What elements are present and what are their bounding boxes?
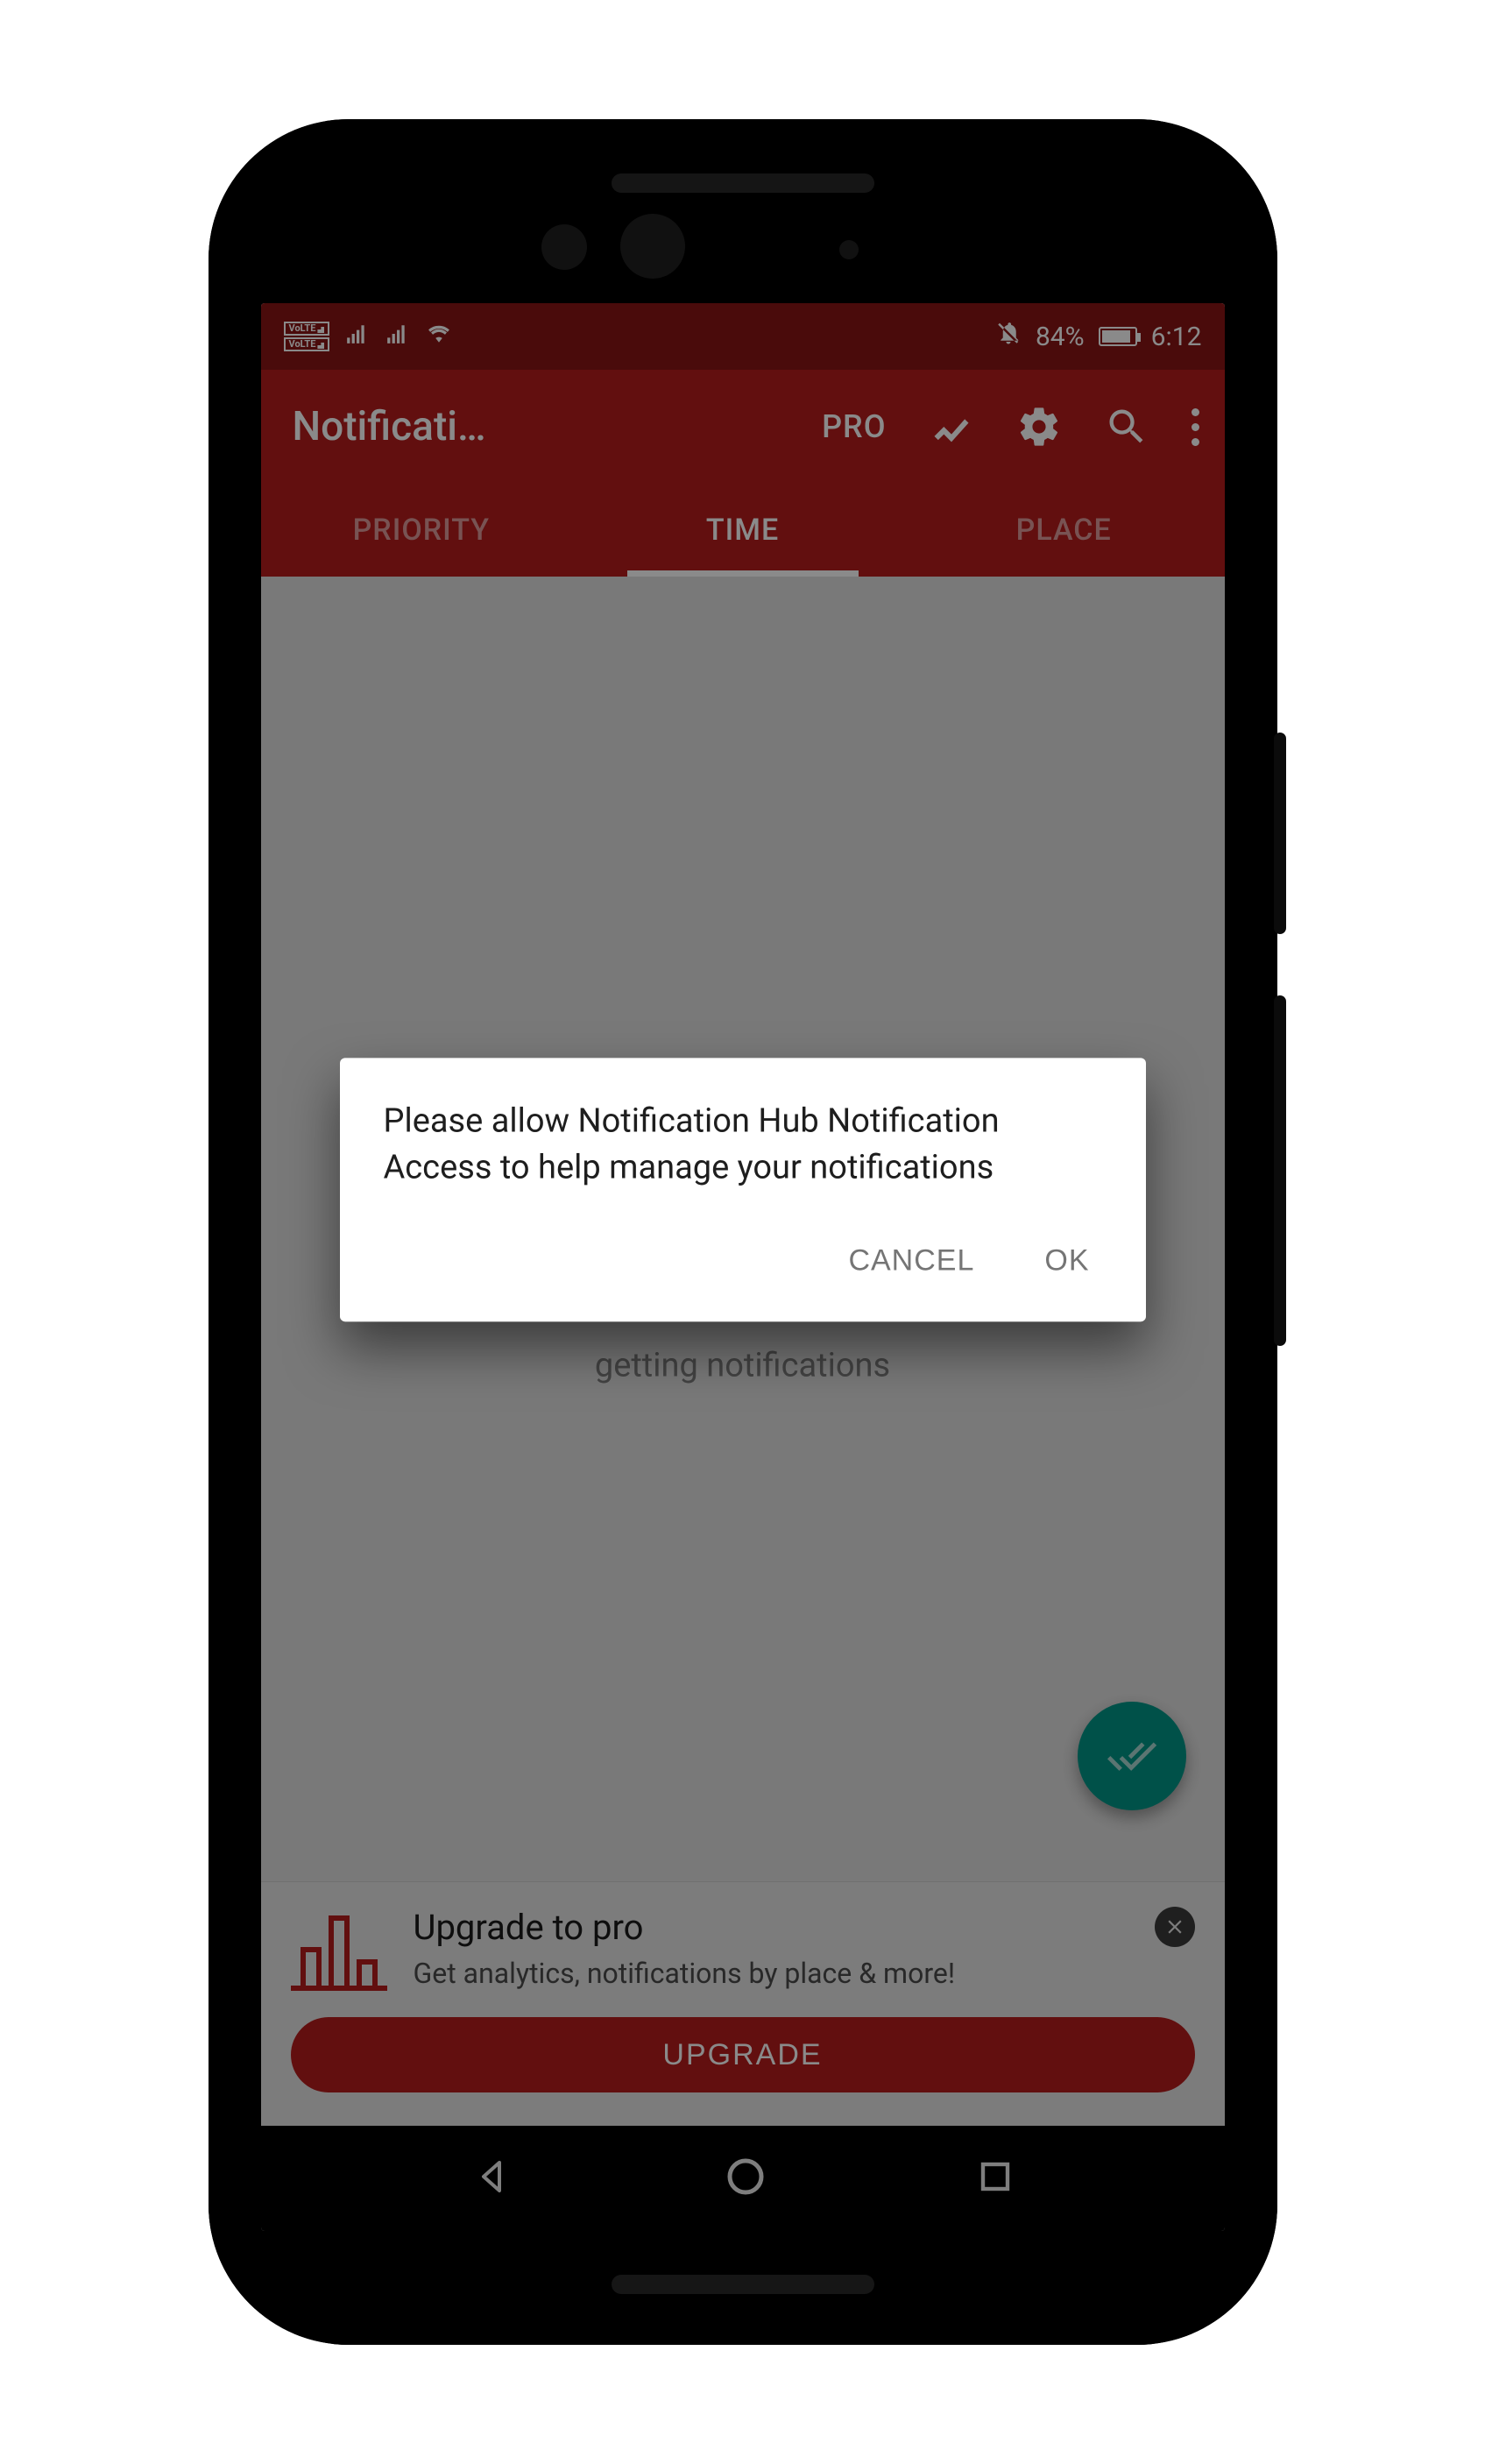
sensor-dot-small [839,240,859,259]
side-button-bottom [1274,995,1286,1346]
front-camera [620,214,685,279]
sensor-dot [541,224,587,270]
side-button-top [1274,733,1286,934]
dialog-ok-button[interactable]: OK [1036,1232,1098,1291]
dialog-message: Please allow Notification Hub Notificati… [384,1098,1102,1191]
permission-dialog: Please allow Notification Hub Notificati… [340,1058,1146,1321]
earpiece [612,173,874,193]
phone-frame: VoLTE VoLTE 84% 6:12 [209,119,1277,2345]
bottom-speaker [612,2275,874,2294]
screen: VoLTE VoLTE 84% 6:12 [261,303,1225,2231]
dialog-cancel-button[interactable]: CANCEL [839,1232,983,1291]
